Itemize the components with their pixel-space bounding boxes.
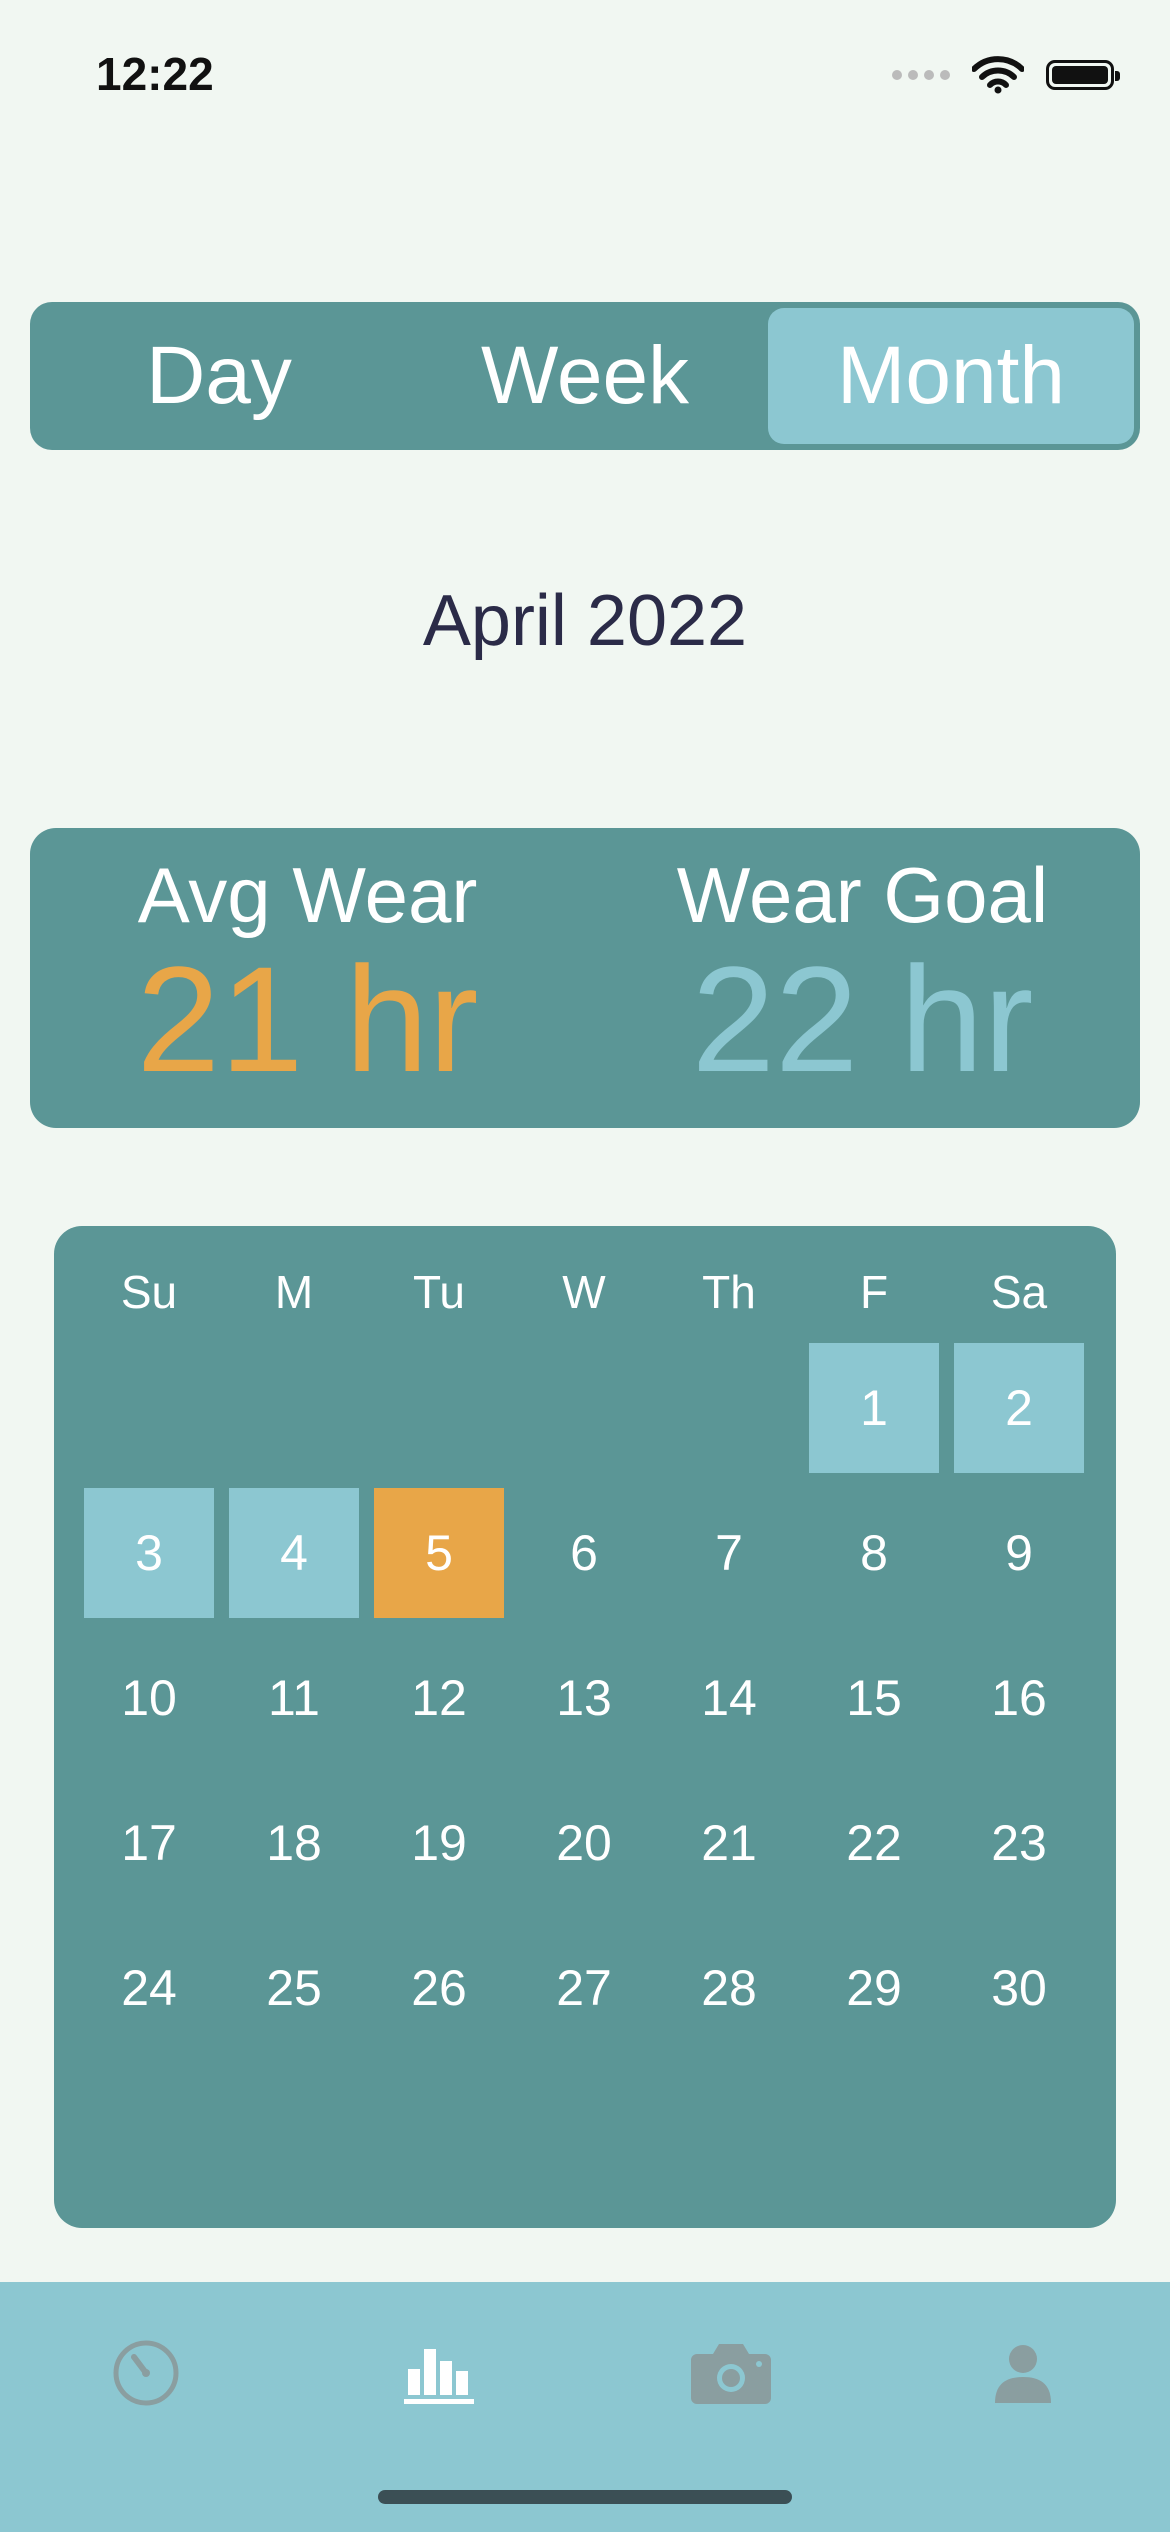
calendar-day[interactable]: 10	[84, 1633, 214, 1763]
calendar-day[interactable]: 28	[664, 1923, 794, 2053]
segment-week[interactable]: Week	[402, 308, 768, 444]
home-indicator	[378, 2490, 792, 2504]
calendar-day[interactable]: 4	[229, 1488, 359, 1618]
weekday-header: W	[562, 1266, 606, 1318]
avg-wear-value: 21 hr	[136, 935, 479, 1103]
calendar-blank-cell	[519, 1343, 649, 1473]
month-title: April 2022	[422, 581, 748, 661]
calendar-day[interactable]: 3	[84, 1488, 214, 1618]
calendar-day[interactable]: 27	[519, 1923, 649, 2053]
calendar-blank-cell	[374, 1343, 504, 1473]
calendar-day[interactable]: 23	[954, 1778, 1084, 1908]
tab-camera[interactable]	[666, 2308, 796, 2438]
calendar-day[interactable]: 20	[519, 1778, 649, 1908]
calendar-day[interactable]: 15	[809, 1633, 939, 1763]
tab-profile[interactable]	[958, 2308, 1088, 2438]
tab-stats[interactable]	[374, 2308, 504, 2438]
calendar-day[interactable]: 21	[664, 1778, 794, 1908]
calendar-day[interactable]: 2	[954, 1343, 1084, 1473]
status-indicators	[892, 50, 1120, 100]
calendar-day[interactable]: 18	[229, 1778, 359, 1908]
timer-icon	[113, 2340, 179, 2406]
calendar-day[interactable]: 26	[374, 1923, 504, 2053]
wear-goal-label: Wear Goal	[676, 851, 1049, 939]
weekday-header: Tu	[413, 1266, 465, 1318]
cellular-signal-icon	[892, 70, 950, 80]
calendar-grid: Su M Tu W Th F Sa 1 2 3 4 5 6 7 8 9 10 11 12 13 14 15 16 17 18 19…	[84, 1256, 1104, 2053]
segment-month[interactable]: Month	[768, 308, 1134, 444]
tab-timer[interactable]	[81, 2308, 211, 2438]
avg-wear-label: Avg Wear	[137, 851, 478, 939]
calendar-day[interactable]: 14	[664, 1633, 794, 1763]
calendar-day[interactable]: 16	[954, 1633, 1084, 1763]
calendar-day[interactable]: 19	[374, 1778, 504, 1908]
weekday-header: F	[859, 1266, 889, 1318]
calendar-day[interactable]: 17	[84, 1778, 214, 1908]
calendar-blank-cell	[664, 1343, 794, 1473]
weekday-header: M	[274, 1266, 314, 1318]
calendar-day[interactable]: 24	[84, 1923, 214, 2053]
calendar-blank-cell	[229, 1343, 359, 1473]
calendar-day[interactable]: 7	[664, 1488, 794, 1618]
weekday-header: Th	[702, 1266, 756, 1318]
calendar-day[interactable]: 6	[519, 1488, 649, 1618]
calendar-day[interactable]: 25	[229, 1923, 359, 2053]
period-segmented-control: Day Week Month	[30, 302, 1140, 450]
bar-chart-icon	[404, 2349, 474, 2404]
calendar-day[interactable]: 13	[519, 1633, 649, 1763]
calendar-day[interactable]: 29	[809, 1923, 939, 2053]
person-icon	[995, 2345, 1051, 2403]
calendar-day-today[interactable]: 5	[374, 1488, 504, 1618]
battery-icon	[1046, 60, 1120, 90]
calendar-day[interactable]: 30	[954, 1923, 1084, 2053]
wear-stats-card: Avg Wear 21 hr Wear Goal 22 hr	[30, 828, 1140, 1128]
avg-wear-stat: Avg Wear 21 hr	[30, 828, 585, 1128]
wear-goal-value: 22 hr	[691, 935, 1034, 1103]
status-time: 12:22	[96, 48, 214, 100]
segment-day[interactable]: Day	[36, 308, 402, 444]
wear-goal-stat: Wear Goal 22 hr	[585, 828, 1140, 1128]
calendar-day[interactable]: 11	[229, 1633, 359, 1763]
calendar-day[interactable]: 22	[809, 1778, 939, 1908]
month-calendar: Su M Tu W Th F Sa 1 2 3 4 5 6 7 8 9 10 11 12 13 14 15 16 17 18 19…	[54, 1226, 1116, 2228]
calendar-day[interactable]: 1	[809, 1343, 939, 1473]
wifi-icon	[972, 56, 1024, 94]
calendar-day[interactable]: 8	[809, 1488, 939, 1618]
calendar-day[interactable]: 12	[374, 1633, 504, 1763]
calendar-day[interactable]: 9	[954, 1488, 1084, 1618]
calendar-blank-cell	[84, 1343, 214, 1473]
camera-icon	[691, 2344, 771, 2404]
weekday-header: Su	[120, 1266, 178, 1318]
weekday-header: Sa	[990, 1266, 1048, 1318]
